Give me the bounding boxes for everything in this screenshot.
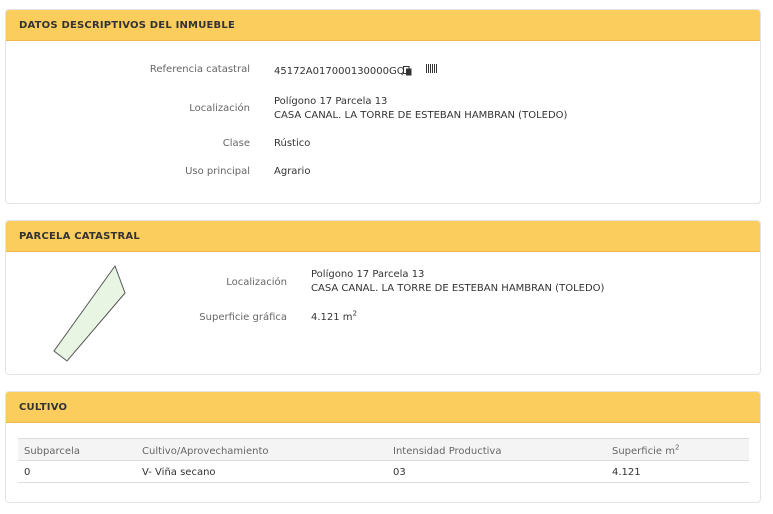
parcela-localizacion-line2: CASA CANAL. LA TORRE DE ESTEBAN HAMBRAN … bbox=[311, 283, 605, 294]
cultivo-panel: CULTIVO Subparcela Cultivo/Aprovechamien… bbox=[5, 391, 761, 503]
uso-principal-value: Agrario bbox=[274, 166, 311, 177]
parcela-catastral-header: PARCELA CATASTRAL bbox=[6, 221, 760, 252]
uso-principal-label: Uso principal bbox=[185, 166, 250, 177]
copy-icon[interactable] bbox=[403, 66, 412, 76]
localizacion-line2: CASA CANAL. LA TORRE DE ESTEBAN HAMBRAN … bbox=[274, 110, 568, 121]
superficie-grafica-label: Superficie gráfica bbox=[199, 312, 287, 323]
parcela-localizacion-label: Localización bbox=[226, 277, 287, 288]
parcela-catastral-panel: PARCELA CATASTRAL Localización Polígono … bbox=[5, 220, 761, 375]
cell-cultivo: V- Viña secano bbox=[136, 460, 387, 483]
col-superficie-header: Superficie m2 bbox=[606, 438, 749, 461]
cell-intensidad: 03 bbox=[387, 460, 606, 483]
localizacion-label: Localización bbox=[189, 103, 250, 114]
table-row: 0 V- Viña secano 03 4.121 bbox=[18, 460, 749, 483]
ref-catastral-label: Referencia catastral bbox=[149, 64, 250, 75]
col-subparcela-header: Subparcela bbox=[18, 438, 136, 461]
clase-value: Rústico bbox=[274, 138, 311, 149]
parcela-localizacion-line1: Polígono 17 Parcela 13 bbox=[311, 269, 425, 280]
cultivo-table: Subparcela Cultivo/Aprovechamiento Inten… bbox=[18, 438, 749, 483]
cultivo-table-header-row: Subparcela Cultivo/Aprovechamiento Inten… bbox=[18, 438, 749, 461]
col-intensidad-header: Intensidad Productiva bbox=[387, 438, 606, 461]
barcode-icon[interactable] bbox=[426, 64, 437, 73]
cell-superficie: 4.121 bbox=[606, 460, 749, 483]
col-cultivo-header: Cultivo/Aprovechamiento bbox=[136, 438, 387, 461]
ref-catastral-value[interactable]: 45172A017000130000GQ bbox=[274, 66, 405, 77]
cultivo-header: CULTIVO bbox=[6, 392, 760, 423]
datos-descriptivos-panel: DATOS DESCRIPTIVOS DEL INMUEBLE Referenc… bbox=[5, 9, 761, 204]
clase-label: Clase bbox=[222, 138, 250, 149]
cell-subparcela: 0 bbox=[18, 460, 136, 483]
datos-descriptivos-title: DATOS DESCRIPTIVOS DEL INMUEBLE bbox=[19, 20, 235, 31]
cultivo-title: CULTIVO bbox=[19, 402, 68, 413]
parcela-catastral-title: PARCELA CATASTRAL bbox=[19, 231, 140, 242]
superficie-grafica-value: 4.121 m2 bbox=[311, 309, 358, 323]
localizacion-line1: Polígono 17 Parcela 13 bbox=[274, 96, 388, 107]
datos-descriptivos-header: DATOS DESCRIPTIVOS DEL INMUEBLE bbox=[6, 10, 760, 41]
